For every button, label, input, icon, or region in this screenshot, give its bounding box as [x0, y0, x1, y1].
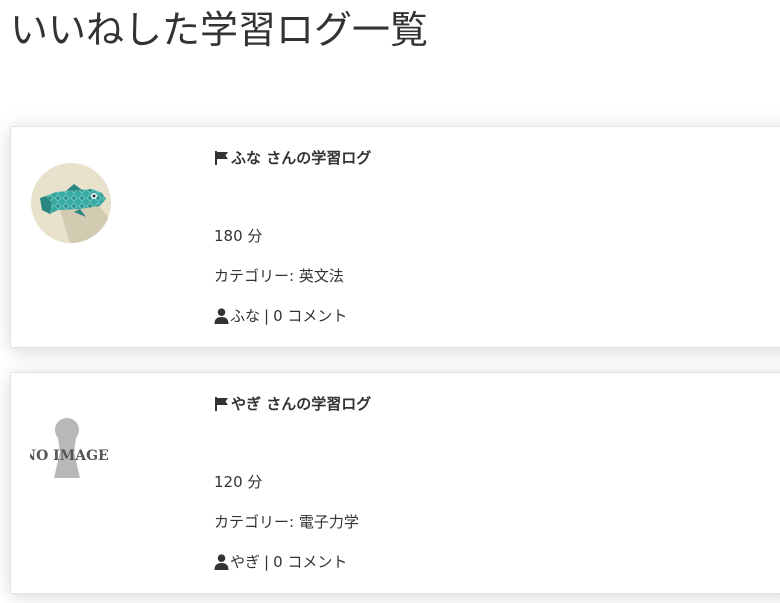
- fish-avatar-icon: [31, 163, 111, 243]
- page: いいねした学習ログ一覧 ふな さんの学習ログ 180 分 カテゴリー: 英文法 …: [0, 0, 780, 603]
- log-card[interactable]: ふな さんの学習ログ 180 分 カテゴリー: 英文法 ふな | 0 コメント: [10, 126, 780, 348]
- separator: |: [264, 306, 270, 325]
- comments-link[interactable]: 0 コメント: [273, 305, 347, 326]
- no-image-text: NO IMAGE: [30, 448, 109, 464]
- no-image-placeholder: NO IMAGE: [23, 418, 109, 478]
- flag-icon: [215, 396, 228, 411]
- user-name-link[interactable]: ふな: [230, 305, 260, 326]
- user-name-link[interactable]: やぎ: [230, 551, 260, 572]
- log-body: ふな さんの学習ログ 180 分 カテゴリー: 英文法 ふな | 0 コメント: [214, 127, 780, 347]
- comments-link[interactable]: 0 コメント: [273, 551, 347, 572]
- study-minutes: 120 分: [214, 473, 263, 491]
- avatar[interactable]: NO IMAGE: [23, 408, 112, 490]
- log-meta: やぎ | 0 コメント: [214, 551, 347, 572]
- log-title-text: やぎ さんの学習ログ: [231, 395, 372, 413]
- separator: |: [264, 552, 270, 571]
- flag-icon: [215, 150, 228, 165]
- user-icon: [214, 307, 229, 324]
- study-minutes: 180 分: [214, 227, 263, 245]
- page-title: いいねした学習ログ一覧: [10, 8, 429, 52]
- log-meta: ふな | 0 コメント: [214, 305, 347, 326]
- log-title-link[interactable]: やぎ さんの学習ログ: [214, 393, 371, 414]
- category-label: カテゴリー: 電子力学: [214, 513, 359, 531]
- user-icon: [214, 553, 229, 570]
- log-card[interactable]: NO IMAGE やぎ さんの学習ログ 120 分 カテゴリー: 電子力学 やぎ…: [10, 372, 780, 594]
- log-body: やぎ さんの学習ログ 120 分 カテゴリー: 電子力学 やぎ | 0 コメント: [214, 373, 780, 593]
- log-title-text: ふな さんの学習ログ: [231, 149, 372, 167]
- log-title-link[interactable]: ふな さんの学習ログ: [214, 147, 371, 168]
- avatar[interactable]: [30, 162, 112, 244]
- category-label: カテゴリー: 英文法: [214, 267, 344, 285]
